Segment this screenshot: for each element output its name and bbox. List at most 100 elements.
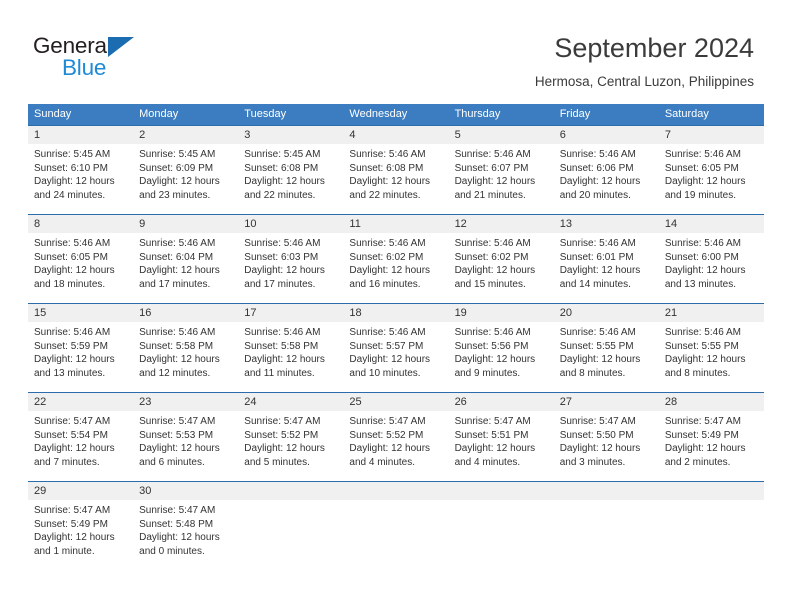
day-details: Sunrise: 5:46 AM Sunset: 5:57 PM Dayligh… bbox=[343, 322, 448, 380]
day-cell[interactable]: 12 Sunrise: 5:46 AM Sunset: 6:02 PM Dayl… bbox=[448, 215, 554, 303]
day-number bbox=[658, 482, 764, 500]
sunset-text: Sunset: 6:07 PM bbox=[454, 162, 529, 174]
day-details: Sunrise: 5:46 AM Sunset: 6:01 PM Dayligh… bbox=[554, 233, 659, 291]
sunrise-text: Sunrise: 5:47 AM bbox=[139, 505, 216, 516]
weekday-header-friday: Friday bbox=[559, 108, 591, 120]
day-cell[interactable]: 19 Sunrise: 5:46 AM Sunset: 5:56 PM Dayl… bbox=[448, 304, 554, 392]
day-cell[interactable]: 25 Sunrise: 5:47 AM Sunset: 5:52 PM Dayl… bbox=[343, 393, 449, 481]
daylight-text-line2: and 17 minutes. bbox=[244, 278, 316, 290]
sunrise-text: Sunrise: 5:47 AM bbox=[559, 416, 636, 427]
day-cell[interactable]: 8 Sunrise: 5:46 AM Sunset: 6:05 PM Dayli… bbox=[28, 215, 134, 303]
day-details: Sunrise: 5:46 AM Sunset: 6:07 PM Dayligh… bbox=[449, 144, 554, 202]
daylight-text-line2: and 22 minutes. bbox=[244, 189, 316, 201]
brand-logo[interactable]: General Blue bbox=[33, 34, 263, 90]
sunset-text: Sunset: 5:50 PM bbox=[559, 429, 634, 441]
day-cell[interactable]: 27 Sunrise: 5:47 AM Sunset: 5:50 PM Dayl… bbox=[553, 393, 659, 481]
daylight-text-line2: and 15 minutes. bbox=[454, 278, 526, 290]
day-cell[interactable]: 3 Sunrise: 5:45 AM Sunset: 6:08 PM Dayli… bbox=[238, 126, 344, 214]
sunset-text: Sunset: 5:52 PM bbox=[244, 429, 319, 441]
day-details: Sunrise: 5:46 AM Sunset: 6:05 PM Dayligh… bbox=[28, 233, 133, 291]
daylight-text-line1: Daylight: 12 hours bbox=[139, 532, 220, 544]
sunrise-text: Sunrise: 5:46 AM bbox=[559, 149, 636, 160]
daylight-text-line2: and 22 minutes. bbox=[349, 189, 421, 201]
day-number bbox=[238, 482, 344, 500]
day-number: 14 bbox=[658, 215, 764, 233]
sunrise-text: Sunrise: 5:46 AM bbox=[244, 327, 321, 338]
sunrise-text: Sunrise: 5:46 AM bbox=[664, 149, 741, 160]
day-cell[interactable]: 11 Sunrise: 5:46 AM Sunset: 6:02 PM Dayl… bbox=[343, 215, 449, 303]
calendar-grid: Sunday Monday Tuesday Wednesday Thursday… bbox=[28, 104, 764, 570]
sunset-text: Sunset: 5:59 PM bbox=[34, 340, 108, 352]
day-cell[interactable]: 7 Sunrise: 5:46 AM Sunset: 6:05 PM Dayli… bbox=[658, 126, 764, 214]
day-cell[interactable]: 18 Sunrise: 5:46 AM Sunset: 5:57 PM Dayl… bbox=[343, 304, 449, 392]
sunrise-text: Sunrise: 5:46 AM bbox=[34, 238, 111, 249]
day-cell[interactable]: 1 Sunrise: 5:45 AM Sunset: 6:10 PM Dayli… bbox=[28, 126, 134, 214]
daylight-text-line1: Daylight: 12 hours bbox=[139, 176, 220, 188]
day-details: Sunrise: 5:46 AM Sunset: 6:06 PM Dayligh… bbox=[554, 144, 659, 202]
page-subtitle-location: Hermosa, Central Luzon, Philippines bbox=[534, 74, 754, 89]
daylight-text-line1: Daylight: 12 hours bbox=[139, 265, 220, 277]
daylight-text-line2: and 0 minutes. bbox=[139, 545, 205, 557]
day-cell[interactable]: 4 Sunrise: 5:46 AM Sunset: 6:08 PM Dayli… bbox=[343, 126, 449, 214]
sunset-text: Sunset: 5:56 PM bbox=[454, 340, 529, 352]
daylight-text-line2: and 23 minutes. bbox=[139, 189, 211, 201]
day-cell[interactable]: 9 Sunrise: 5:46 AM Sunset: 6:04 PM Dayli… bbox=[133, 215, 239, 303]
daylight-text-line2: and 12 minutes. bbox=[139, 367, 211, 379]
day-cell[interactable]: 10 Sunrise: 5:46 AM Sunset: 6:03 PM Dayl… bbox=[238, 215, 344, 303]
sunset-text: Sunset: 6:01 PM bbox=[559, 251, 634, 263]
day-cell[interactable]: 21 Sunrise: 5:46 AM Sunset: 5:55 PM Dayl… bbox=[658, 304, 764, 392]
calendar-week-row: 8 Sunrise: 5:46 AM Sunset: 6:05 PM Dayli… bbox=[28, 214, 764, 303]
day-cell[interactable]: 28 Sunrise: 5:47 AM Sunset: 5:49 PM Dayl… bbox=[658, 393, 764, 481]
day-cell[interactable]: 24 Sunrise: 5:47 AM Sunset: 5:52 PM Dayl… bbox=[238, 393, 344, 481]
daylight-text-line2: and 13 minutes. bbox=[34, 367, 106, 379]
sunset-text: Sunset: 6:04 PM bbox=[139, 251, 214, 263]
sunrise-text: Sunrise: 5:46 AM bbox=[139, 327, 216, 338]
day-cell[interactable]: 2 Sunrise: 5:45 AM Sunset: 6:09 PM Dayli… bbox=[133, 126, 239, 214]
day-cell[interactable]: 29 Sunrise: 5:47 AM Sunset: 5:49 PM Dayl… bbox=[28, 482, 134, 570]
daylight-text-line2: and 14 minutes. bbox=[559, 278, 631, 290]
daylight-text-line1: Daylight: 12 hours bbox=[34, 265, 115, 277]
daylight-text-line2: and 17 minutes. bbox=[139, 278, 211, 290]
daylight-text-line2: and 2 minutes. bbox=[664, 456, 731, 468]
sunset-text: Sunset: 6:10 PM bbox=[34, 162, 108, 174]
day-cell[interactable]: 30 Sunrise: 5:47 AM Sunset: 5:48 PM Dayl… bbox=[133, 482, 239, 570]
sunset-text: Sunset: 6:03 PM bbox=[244, 251, 319, 263]
day-cell[interactable]: 14 Sunrise: 5:46 AM Sunset: 6:00 PM Dayl… bbox=[658, 215, 764, 303]
day-number: 4 bbox=[343, 126, 449, 144]
sunrise-text: Sunrise: 5:46 AM bbox=[559, 238, 636, 249]
day-cell[interactable]: 5 Sunrise: 5:46 AM Sunset: 6:07 PM Dayli… bbox=[448, 126, 554, 214]
day-details: Sunrise: 5:46 AM Sunset: 5:58 PM Dayligh… bbox=[238, 322, 343, 380]
day-cell[interactable]: 22 Sunrise: 5:47 AM Sunset: 5:54 PM Dayl… bbox=[28, 393, 134, 481]
day-number: 24 bbox=[238, 393, 344, 411]
day-number: 22 bbox=[28, 393, 134, 411]
daylight-text-line1: Daylight: 12 hours bbox=[454, 265, 536, 277]
day-details: Sunrise: 5:47 AM Sunset: 5:54 PM Dayligh… bbox=[28, 411, 133, 469]
weekday-header-monday: Monday bbox=[139, 108, 179, 120]
day-cell[interactable]: 23 Sunrise: 5:47 AM Sunset: 5:53 PM Dayl… bbox=[133, 393, 239, 481]
day-cell[interactable]: 17 Sunrise: 5:46 AM Sunset: 5:58 PM Dayl… bbox=[238, 304, 344, 392]
day-cell[interactable]: 26 Sunrise: 5:47 AM Sunset: 5:51 PM Dayl… bbox=[448, 393, 554, 481]
daylight-text-line2: and 16 minutes. bbox=[349, 278, 421, 290]
day-number bbox=[448, 482, 554, 500]
sunset-text: Sunset: 5:51 PM bbox=[454, 429, 529, 441]
day-cell-empty bbox=[238, 482, 344, 570]
day-cell[interactable]: 15 Sunrise: 5:46 AM Sunset: 5:59 PM Dayl… bbox=[28, 304, 134, 392]
day-cell[interactable]: 6 Sunrise: 5:46 AM Sunset: 6:06 PM Dayli… bbox=[553, 126, 659, 214]
calendar-week-row: 15 Sunrise: 5:46 AM Sunset: 5:59 PM Dayl… bbox=[28, 303, 764, 392]
day-cell[interactable]: 20 Sunrise: 5:46 AM Sunset: 5:55 PM Dayl… bbox=[553, 304, 659, 392]
sunrise-text: Sunrise: 5:47 AM bbox=[244, 416, 321, 427]
sunrise-text: Sunrise: 5:46 AM bbox=[34, 327, 111, 338]
day-number: 20 bbox=[553, 304, 659, 322]
daylight-text-line1: Daylight: 12 hours bbox=[349, 354, 431, 366]
sunrise-text: Sunrise: 5:45 AM bbox=[244, 149, 321, 160]
day-number: 29 bbox=[28, 482, 134, 500]
day-number: 12 bbox=[448, 215, 554, 233]
day-number: 13 bbox=[553, 215, 659, 233]
day-cell[interactable]: 13 Sunrise: 5:46 AM Sunset: 6:01 PM Dayl… bbox=[553, 215, 659, 303]
calendar-weekday-header: Sunday Monday Tuesday Wednesday Thursday… bbox=[28, 104, 764, 125]
day-details: Sunrise: 5:46 AM Sunset: 5:55 PM Dayligh… bbox=[659, 322, 764, 380]
day-cell[interactable]: 16 Sunrise: 5:46 AM Sunset: 5:58 PM Dayl… bbox=[133, 304, 239, 392]
daylight-text-line1: Daylight: 12 hours bbox=[244, 265, 325, 277]
sunrise-text: Sunrise: 5:47 AM bbox=[454, 416, 531, 427]
daylight-text-line2: and 18 minutes. bbox=[34, 278, 106, 290]
